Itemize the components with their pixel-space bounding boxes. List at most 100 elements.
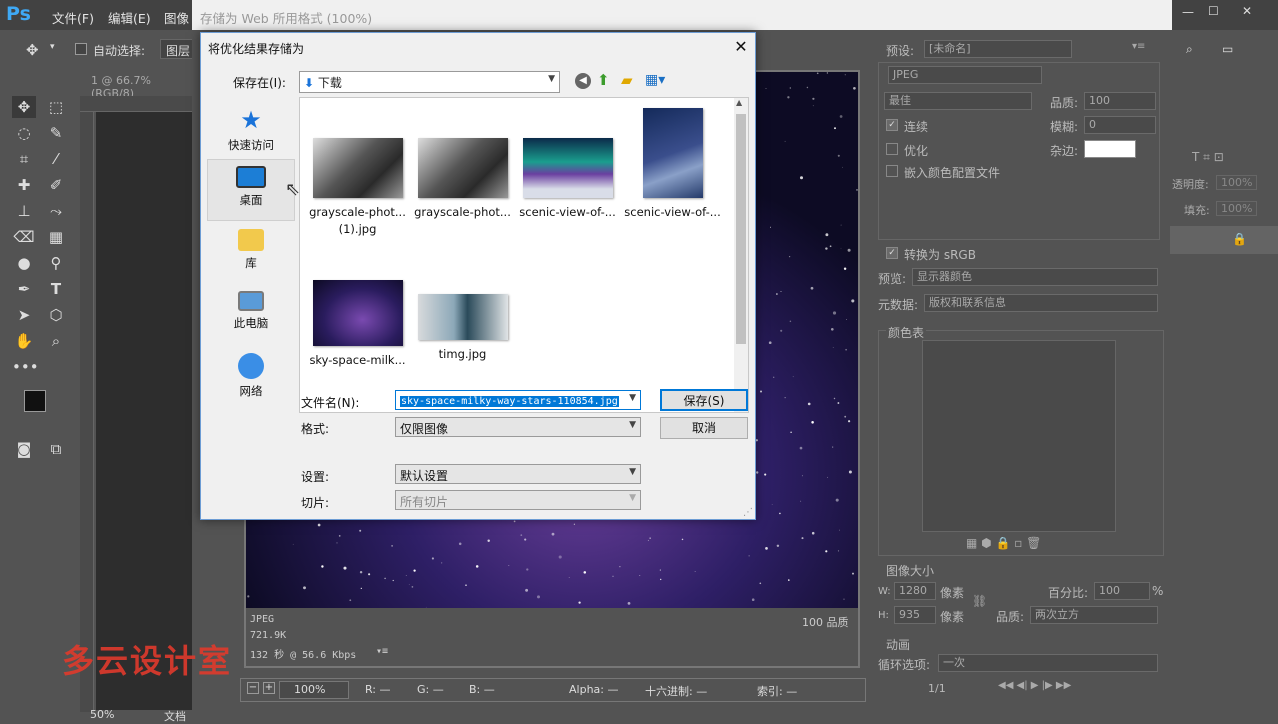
blur-input[interactable]: 0	[1084, 116, 1156, 134]
percent-input[interactable]: 100	[1094, 582, 1150, 600]
star	[799, 176, 804, 180]
optimized-checkbox[interactable]	[886, 143, 898, 155]
format-select[interactable]: JPEG	[888, 66, 1042, 84]
zoom-in-icon[interactable]: +	[263, 682, 275, 694]
star	[801, 537, 804, 540]
menu-image[interactable]: 图像	[164, 8, 189, 27]
move-tool-icon[interactable]: ✥	[26, 41, 39, 59]
width-input[interactable]: 1280	[894, 582, 936, 600]
star	[681, 538, 684, 541]
healing-icon[interactable]: ✚	[12, 174, 36, 196]
place-network[interactable]: 网络	[207, 347, 295, 409]
maximize-icon[interactable]: ☐	[1208, 4, 1219, 18]
preset-select[interactable]: [未命名]	[924, 40, 1072, 58]
minimize-icon[interactable]: —	[1182, 5, 1194, 19]
zoom-select[interactable]: 100%	[279, 681, 349, 699]
matte-color-swatch[interactable]	[1084, 140, 1136, 158]
animation-controls[interactable]: ◀◀ ◀| ▶ |▶ ▶▶	[998, 680, 1071, 691]
path-select-icon[interactable]: ➤	[12, 304, 36, 326]
dialog-close-icon[interactable]: ✕	[730, 37, 752, 57]
link-icon[interactable]: ⛓	[972, 594, 987, 608]
chevron-down-icon[interactable]: ▾	[50, 42, 55, 52]
eraser-icon[interactable]: ⌫	[12, 226, 36, 248]
progressive-checkbox[interactable]: ✓	[886, 119, 898, 131]
blur-icon[interactable]: ●	[12, 252, 36, 274]
metadata-select[interactable]: 版权和联系信息	[924, 294, 1158, 312]
cancel-button[interactable]: 取消	[660, 417, 748, 439]
progressive-label: 连续	[904, 120, 929, 134]
file-name: sky-space-milk...	[309, 353, 406, 367]
search-icon[interactable]: ⌕	[1186, 42, 1193, 57]
quality-preset-select[interactable]: 最佳	[884, 92, 1032, 110]
marquee-icon[interactable]: ⬚	[44, 96, 68, 118]
color-table-icons[interactable]: ▦ ⬢ 🔒 ▫ 🗑	[966, 536, 1041, 550]
scrollbar-thumb[interactable]	[736, 114, 746, 344]
file-name: grayscale-phot...	[414, 205, 511, 219]
brush-icon[interactable]: ✐	[44, 174, 68, 196]
stamp-icon[interactable]: ⊥	[12, 200, 36, 222]
format-select[interactable]: 仅限图像 ▼	[395, 417, 641, 437]
blur-label: 模糊:	[1050, 120, 1079, 134]
gradient-icon[interactable]: ▦	[44, 226, 68, 248]
loop-select[interactable]: 一次	[938, 654, 1158, 672]
preview-select[interactable]: 显示器颜色	[912, 268, 1158, 286]
eyedropper-icon[interactable]: ⁄	[44, 148, 68, 170]
quick-mask-icon[interactable]: ◙	[12, 438, 36, 460]
menu-edit[interactable]: 编辑(E)	[108, 8, 151, 27]
layer-filter-icons[interactable]: T ⌗ ⊡	[1192, 150, 1224, 165]
dodge-icon[interactable]: ⚲	[44, 252, 68, 274]
up-folder-icon[interactable]: ⬆	[597, 71, 610, 89]
panel-menu-icon[interactable]: ▾≡	[1132, 41, 1145, 52]
history-brush-icon[interactable]: ⤳	[44, 200, 68, 222]
type-icon[interactable]: T	[44, 278, 68, 300]
filename-input[interactable]: sky-space-milky-way-stars-110854.jpg ▼	[395, 390, 641, 410]
document-tab[interactable]: 1 @ 66.7%(RGB/8)	[75, 72, 195, 100]
file-item[interactable]: grayscale-phot... (1).jpg	[305, 138, 410, 278]
place-libraries[interactable]: 库	[207, 223, 295, 285]
opacity-value[interactable]: 100%	[1216, 175, 1258, 190]
place-this-pc[interactable]: 此电脑	[207, 285, 295, 347]
layer-row[interactable]	[1170, 226, 1278, 254]
slices-select[interactable]: 所有切片 ▼	[395, 490, 641, 510]
layer-dropdown[interactable]: 图层	[160, 39, 196, 59]
save-button[interactable]: 保存(S)	[660, 389, 748, 411]
back-icon[interactable]: ◀	[575, 73, 591, 89]
auto-select-checkbox[interactable]	[75, 43, 87, 55]
fill-value[interactable]: 100%	[1216, 201, 1258, 216]
crop-icon[interactable]: ⌗	[12, 148, 36, 170]
shape-icon[interactable]: ⬡	[44, 304, 68, 326]
menu-icon[interactable]: ▾≡	[376, 646, 388, 657]
resample-select[interactable]: 两次立方	[1030, 606, 1158, 624]
close-icon[interactable]: ✕	[1242, 4, 1252, 18]
move-icon[interactable]: ✥	[12, 96, 36, 118]
quality-input[interactable]: 100	[1084, 92, 1156, 110]
more-tools-icon[interactable]: •••	[12, 356, 39, 378]
pen-icon[interactable]: ✒	[12, 278, 36, 300]
screen-mode-icon[interactable]: ⧉	[44, 438, 68, 460]
save-in-select[interactable]: ⬇ 下载 ▼	[299, 71, 560, 93]
zoom-out-icon[interactable]: −	[247, 682, 259, 694]
convert-srgb-label: 转换为 sRGB	[904, 248, 976, 262]
resize-grip-icon[interactable]: ⋰	[743, 507, 753, 518]
place-quick-access[interactable]: ★ 快速访问	[207, 101, 295, 163]
foreground-color-swatch[interactable]	[24, 390, 46, 412]
new-folder-icon[interactable]: ▰	[621, 71, 633, 89]
convert-srgb-checkbox[interactable]: ✓	[886, 247, 898, 259]
lasso-icon[interactable]: ◌	[12, 122, 36, 144]
view-menu-icon[interactable]: ▦▾	[645, 72, 665, 88]
place-desktop[interactable]: 桌面	[207, 159, 295, 221]
hand-icon[interactable]: ✋	[12, 330, 36, 352]
file-item[interactable]: scenic-view-of-...	[620, 108, 725, 248]
settings-select[interactable]: 默认设置 ▼	[395, 464, 641, 484]
file-item[interactable]: grayscale-phot...	[410, 138, 515, 278]
height-input[interactable]: 935	[894, 606, 936, 624]
file-item[interactable]: scenic-view-of-...	[515, 138, 620, 278]
quick-select-icon[interactable]: ✎	[44, 122, 68, 144]
workspace-icon[interactable]: ▭	[1222, 42, 1233, 56]
embed-profile-checkbox[interactable]	[886, 165, 898, 177]
zoom-icon[interactable]: ⌕	[44, 330, 68, 352]
scrollbar[interactable]: ▲ ▼	[734, 98, 748, 412]
menu-file[interactable]: 文件(F)	[52, 8, 94, 27]
scroll-up-icon[interactable]: ▲	[736, 98, 742, 107]
star	[368, 573, 371, 576]
